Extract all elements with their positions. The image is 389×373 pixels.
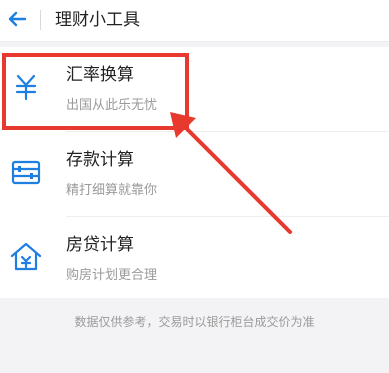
- item-subtitle: 出国从此乐无忧: [66, 98, 158, 113]
- tool-list: 汇率换算 出国从此乐无忧 存款计算 精打细算就靠你 房贷计算 购房计划更合理: [0, 47, 389, 298]
- header-divider: [40, 10, 41, 30]
- top-bar: 理财小工具: [0, 0, 389, 42]
- page-title: 理财小工具: [55, 10, 140, 30]
- list-item-deposit-calc[interactable]: 存款计算 精打细算就靠你: [0, 132, 389, 217]
- back-button[interactable]: [6, 8, 28, 30]
- list-item-mortgage-calc[interactable]: 房贷计算 购房计划更合理: [0, 217, 389, 302]
- item-subtitle: 精打细算就靠你: [66, 183, 158, 198]
- item-title: 存款计算: [66, 150, 134, 170]
- abacus-icon: [8, 154, 44, 190]
- disclaimer-text: 数据仅供参考，交易时以银行柜台成交价为准: [74, 315, 315, 329]
- yen-icon: [8, 69, 44, 105]
- item-subtitle: 购房计划更合理: [66, 268, 158, 283]
- list-item-exchange-rate[interactable]: 汇率换算 出国从此乐无忧: [0, 47, 389, 132]
- item-title: 房贷计算: [66, 235, 134, 255]
- item-title: 汇率换算: [66, 65, 134, 85]
- house-yen-icon: [8, 239, 44, 275]
- back-arrow-icon: [8, 11, 27, 27]
